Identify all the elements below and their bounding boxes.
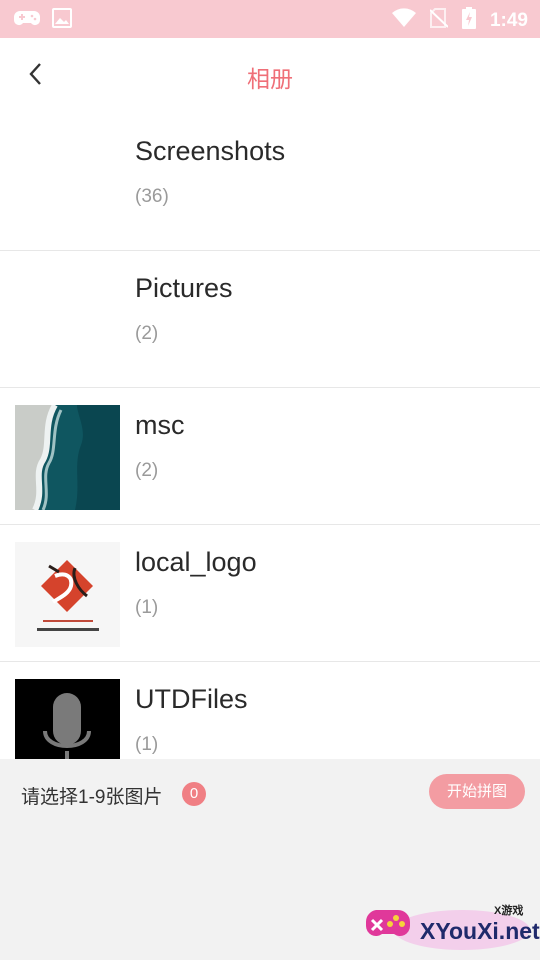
image-icon (52, 8, 72, 33)
album-name: local_logo (135, 547, 257, 577)
selected-count-badge: 0 (182, 782, 206, 806)
album-thumbnail-ocean (15, 405, 120, 510)
wifi-icon (391, 8, 416, 33)
header: 相册 (0, 38, 540, 114)
album-count: (2) (135, 460, 159, 481)
album-row-local-logo[interactable]: local_logo (1) (0, 525, 540, 662)
selection-bar: 请选择1-9张图片 0 开始拼图 (0, 759, 540, 829)
album-row-utdfiles[interactable]: UTDFiles (1) (0, 662, 540, 759)
watermark-text: XYouXi.net (420, 918, 540, 944)
start-collage-button[interactable]: 开始拼图 (429, 774, 525, 809)
album-thumbnail-microphone (15, 679, 120, 759)
album-row-pictures[interactable]: Pictures (2) (0, 251, 540, 388)
album-name: msc (135, 410, 185, 440)
gamepad-icon (14, 8, 40, 33)
album-list[interactable]: Screenshots (36) Pictures (2) msc (2) lo… (0, 114, 540, 759)
status-time: 1:49 (489, 9, 528, 31)
album-name: Screenshots (135, 136, 286, 166)
album-count: (36) (135, 186, 169, 207)
watermark-small-text: X游戏 (494, 905, 524, 917)
album-thumbnail-logo (15, 542, 120, 647)
status-bar: 1:49 (0, 0, 540, 38)
watermark: X游戏 XYouXi.net (362, 896, 540, 958)
selection-hint: 请选择1-9张图片 (21, 787, 163, 808)
album-count: (1) (135, 597, 159, 618)
battery-charging-icon (461, 7, 476, 34)
album-row-screenshots[interactable]: Screenshots (36) (0, 114, 540, 251)
page-title: 相册 (247, 66, 293, 92)
album-row-msc[interactable]: msc (2) (0, 388, 540, 525)
no-sim-icon (429, 8, 449, 33)
album-count: (1) (135, 734, 159, 755)
album-name: Pictures (135, 273, 233, 303)
album-name: UTDFiles (135, 684, 248, 714)
album-count: (2) (135, 323, 159, 344)
